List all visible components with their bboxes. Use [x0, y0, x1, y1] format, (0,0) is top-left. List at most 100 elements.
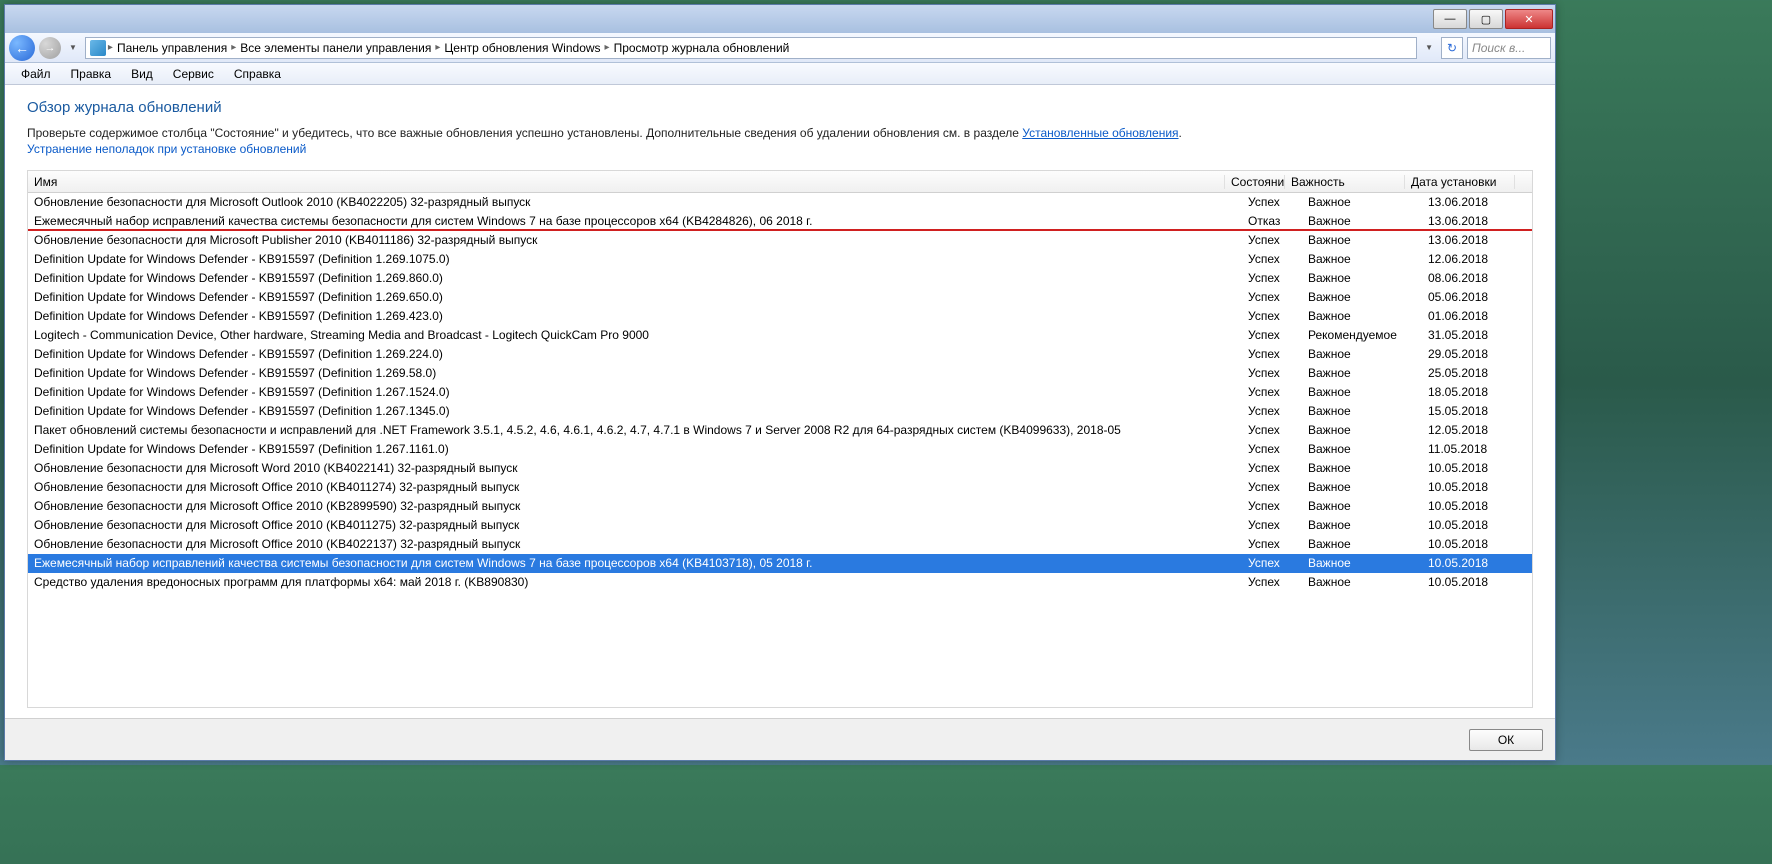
table-row[interactable]: Definition Update for Windows Defender -… [28, 250, 1532, 269]
table-row[interactable]: Обновление безопасности для Microsoft Of… [28, 478, 1532, 497]
table-row[interactable]: Definition Update for Windows Defender -… [28, 383, 1532, 402]
table-row[interactable]: Definition Update for Windows Defender -… [28, 307, 1532, 326]
cell-importance: Важное [1302, 214, 1422, 228]
breadcrumb[interactable]: Панель управления [115, 41, 229, 55]
cell-importance: Важное [1302, 366, 1422, 380]
chevron-right-icon: ▸ [603, 42, 612, 53]
menu-tools[interactable]: Сервис [163, 65, 224, 83]
cell-name: Definition Update for Windows Defender -… [28, 271, 1242, 285]
cell-name: Definition Update for Windows Defender -… [28, 347, 1242, 361]
table-row[interactable]: Definition Update for Windows Defender -… [28, 440, 1532, 459]
table-row[interactable]: Ежемесячный набор исправлений качества с… [28, 212, 1532, 231]
table-body[interactable]: Обновление безопасности для Microsoft Ou… [28, 193, 1532, 707]
cell-state: Успех [1242, 461, 1302, 475]
cell-state: Успех [1242, 347, 1302, 361]
history-dropdown[interactable]: ▼ [65, 43, 81, 52]
cell-state: Успех [1242, 404, 1302, 418]
cell-date: 13.06.2018 [1422, 214, 1532, 228]
cell-name: Definition Update for Windows Defender -… [28, 404, 1242, 418]
address-bar[interactable]: ▸ Панель управления ▸ Все элементы панел… [85, 37, 1417, 59]
cell-importance: Важное [1302, 518, 1422, 532]
cell-state: Успех [1242, 480, 1302, 494]
cell-date: 25.05.2018 [1422, 366, 1532, 380]
table-row[interactable]: Обновление безопасности для Microsoft Pu… [28, 231, 1532, 250]
cell-importance: Важное [1302, 347, 1422, 361]
cell-name: Обновление безопасности для Microsoft Of… [28, 480, 1242, 494]
cell-date: 12.05.2018 [1422, 423, 1532, 437]
page-title: Обзор журнала обновлений [27, 99, 1533, 116]
cell-name: Пакет обновлений системы безопасности и … [28, 423, 1242, 437]
cell-state: Успех [1242, 537, 1302, 551]
cell-importance: Важное [1302, 233, 1422, 247]
cell-name: Logitech - Communication Device, Other h… [28, 328, 1242, 342]
column-importance[interactable]: Важность [1285, 175, 1405, 189]
table-row[interactable]: Ежемесячный набор исправлений качества с… [28, 554, 1532, 573]
refresh-button[interactable]: ↻ [1441, 37, 1463, 59]
cell-state: Успех [1242, 518, 1302, 532]
cell-date: 11.05.2018 [1422, 442, 1532, 456]
desc-text: Проверьте содержимое столбца "Состояние"… [27, 126, 1022, 140]
nav-bar: ← → ▼ ▸ Панель управления ▸ Все элементы… [5, 33, 1555, 63]
cell-importance: Рекомендуемое [1302, 328, 1422, 342]
update-history-table: Имя Состояние Важность Дата установки Об… [27, 170, 1533, 708]
back-button[interactable]: ← [9, 35, 35, 61]
ok-button[interactable]: ОК [1469, 729, 1543, 751]
chevron-right-icon: ▸ [433, 42, 442, 53]
table-row[interactable]: Обновление безопасности для Microsoft Of… [28, 497, 1532, 516]
address-dropdown[interactable]: ▼ [1421, 43, 1437, 52]
installed-updates-link[interactable]: Установленные обновления [1022, 126, 1178, 140]
cell-date: 10.05.2018 [1422, 575, 1532, 589]
troubleshoot-link[interactable]: Устранение неполадок при установке обнов… [27, 142, 306, 156]
maximize-button[interactable]: ▢ [1469, 9, 1503, 29]
table-row[interactable]: Обновление безопасности для Microsoft Of… [28, 535, 1532, 554]
column-date[interactable]: Дата установки [1405, 175, 1515, 189]
cell-importance: Важное [1302, 290, 1422, 304]
cell-state: Успех [1242, 290, 1302, 304]
table-row[interactable]: Logitech - Communication Device, Other h… [28, 326, 1532, 345]
breadcrumb[interactable]: Просмотр журнала обновлений [612, 41, 792, 55]
column-name[interactable]: Имя [28, 175, 1225, 189]
chevron-right-icon: ▸ [106, 42, 115, 53]
search-input[interactable]: Поиск в... [1467, 37, 1551, 59]
table-row[interactable]: Definition Update for Windows Defender -… [28, 364, 1532, 383]
cell-name: Обновление безопасности для Microsoft Of… [28, 537, 1242, 551]
refresh-icon: ↻ [1447, 41, 1457, 55]
close-button[interactable]: ✕ [1505, 9, 1553, 29]
table-row[interactable]: Definition Update for Windows Defender -… [28, 402, 1532, 421]
cell-name: Обновление безопасности для Microsoft Of… [28, 499, 1242, 513]
table-row[interactable]: Обновление безопасности для Microsoft Ou… [28, 193, 1532, 212]
cell-state: Успех [1242, 328, 1302, 342]
breadcrumb[interactable]: Центр обновления Windows [442, 41, 602, 55]
cell-state: Успех [1242, 252, 1302, 266]
table-row[interactable]: Средство удаления вредоносных программ д… [28, 573, 1532, 592]
minimize-button[interactable]: — [1433, 9, 1467, 29]
cell-importance: Важное [1302, 423, 1422, 437]
cell-name: Definition Update for Windows Defender -… [28, 290, 1242, 304]
cell-date: 10.05.2018 [1422, 461, 1532, 475]
table-row[interactable]: Definition Update for Windows Defender -… [28, 345, 1532, 364]
cell-date: 12.06.2018 [1422, 252, 1532, 266]
table-row[interactable]: Пакет обновлений системы безопасности и … [28, 421, 1532, 440]
cell-importance: Важное [1302, 271, 1422, 285]
cell-importance: Важное [1302, 537, 1422, 551]
table-row[interactable]: Definition Update for Windows Defender -… [28, 288, 1532, 307]
cell-importance: Важное [1302, 480, 1422, 494]
menu-view[interactable]: Вид [121, 65, 163, 83]
column-state[interactable]: Состояние [1225, 175, 1285, 189]
cell-date: 13.06.2018 [1422, 195, 1532, 209]
cell-name: Definition Update for Windows Defender -… [28, 309, 1242, 323]
table-row[interactable]: Обновление безопасности для Microsoft Wo… [28, 459, 1532, 478]
breadcrumb[interactable]: Все элементы панели управления [238, 41, 433, 55]
cell-state: Успех [1242, 423, 1302, 437]
table-row[interactable]: Обновление безопасности для Microsoft Of… [28, 516, 1532, 535]
cell-name: Обновление безопасности для Microsoft Wo… [28, 461, 1242, 475]
menu-edit[interactable]: Правка [61, 65, 122, 83]
menu-file[interactable]: Файл [11, 65, 61, 83]
cell-importance: Важное [1302, 575, 1422, 589]
table-row[interactable]: Definition Update for Windows Defender -… [28, 269, 1532, 288]
menu-help[interactable]: Справка [224, 65, 291, 83]
forward-button[interactable]: → [39, 37, 61, 59]
cell-state: Успех [1242, 233, 1302, 247]
cell-importance: Важное [1302, 556, 1422, 570]
arrow-left-icon: ← [15, 40, 29, 56]
